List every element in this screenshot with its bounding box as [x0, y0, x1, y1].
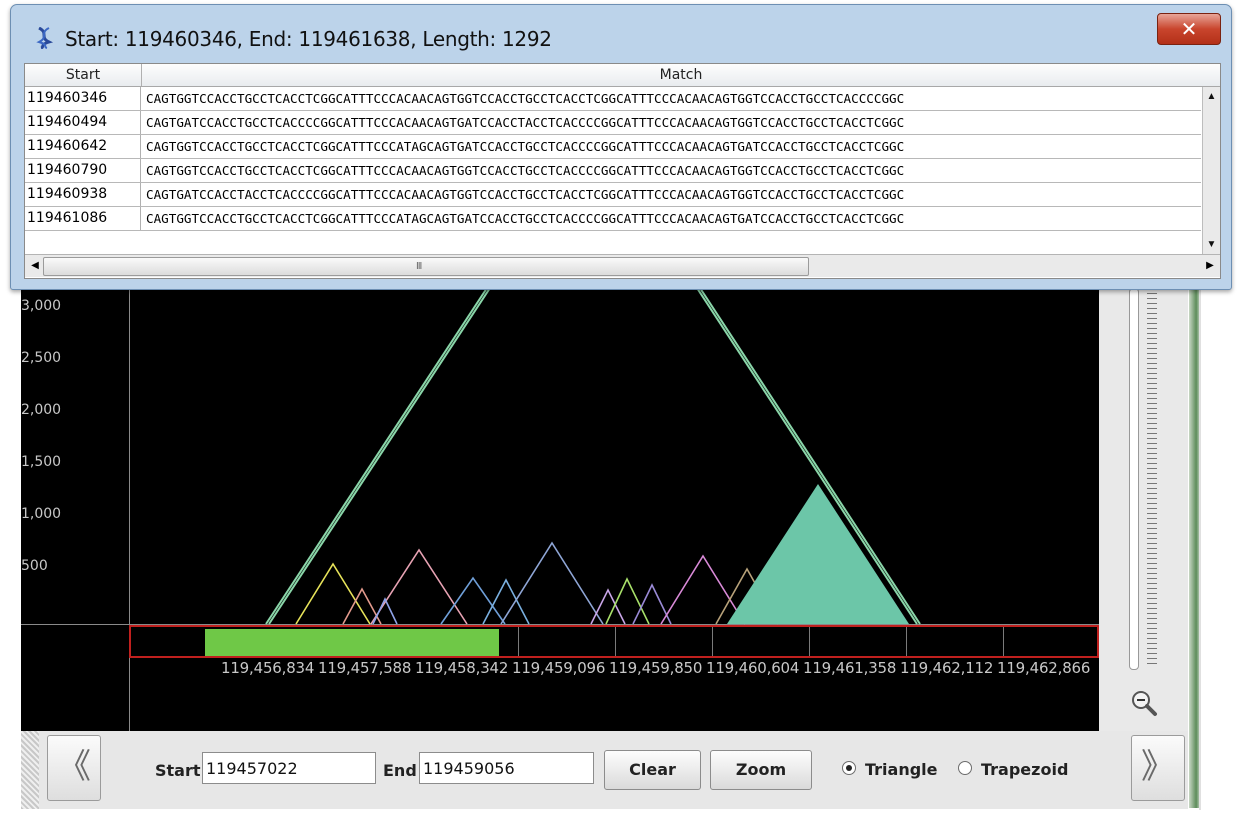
start-cell: 119460938: [25, 183, 141, 206]
triangle-label[interactable]: Triangle: [865, 760, 938, 779]
start-cell: 119460642: [25, 135, 141, 158]
zoom-out-icon: [1132, 691, 1157, 716]
table-row[interactable]: 119460938 CAGTGATCCACCTACCTCACCCCGGCATTT…: [25, 183, 1201, 207]
scroll-down-icon[interactable]: ▼: [1203, 238, 1220, 252]
genome-ruler[interactable]: [129, 625, 1099, 658]
dna-icon: [36, 27, 54, 49]
close-button[interactable]: ✕: [1157, 13, 1221, 45]
start-input[interactable]: 119457022: [202, 752, 376, 784]
ruler-tick: [906, 627, 907, 656]
grip-icon: III: [416, 261, 422, 272]
x-tick-label: 119,459,850: [609, 659, 703, 677]
bottom-toolbar: 《 Start 119457022 End 119459056 Clear Zo…: [21, 731, 1188, 809]
small-triangle: [660, 554, 746, 625]
ruler-tick: [712, 627, 713, 656]
start-label: Start: [155, 761, 201, 780]
triangle-radio[interactable]: [842, 761, 856, 775]
match-cell: CAGTGGTCCACCTGCCTCACCTCGGCATTTCCCACAACAG…: [146, 163, 905, 178]
popup-titlebar[interactable]: Start: 119460346, End: 119461638, Length…: [11, 5, 1231, 61]
table-row[interactable]: 119460346 CAGTGGTCCACCTGCCTCACCTCGGCATTT…: [25, 87, 1201, 111]
match-cell: CAGTGGTCCACCTGCCTCACCTCGGCATTTCCCATAGCAG…: [146, 211, 905, 226]
x-tick-label: 119,457,588: [318, 659, 412, 677]
previous-button[interactable]: 《: [47, 735, 101, 801]
popup-title: Start: 119460346, End: 119461638, Length…: [65, 27, 552, 51]
small-triangle: [370, 548, 468, 625]
match-cell: CAGTGGTCCACCTGCCTCACCTCGGCATTTCCCATAGCAG…: [146, 139, 905, 154]
clear-button[interactable]: Clear: [604, 750, 701, 790]
table-row[interactable]: 119460494 CAGTGATCCACCTGCCTCACCCCGGCATTT…: [25, 111, 1201, 135]
table-header: Start Match: [25, 64, 1220, 87]
start-cell: 119460494: [25, 111, 141, 134]
start-cell: 119460346: [25, 87, 141, 110]
window-frame: [1199, 290, 1201, 810]
x-tick-label: 119,461,358: [803, 659, 897, 677]
x-tick-label: 119,462,112: [900, 659, 994, 677]
next-button[interactable]: 》: [1131, 735, 1185, 801]
ruler-tick: [615, 627, 616, 656]
zoom-slider-ticks: [1147, 288, 1157, 668]
end-label: End: [383, 761, 417, 780]
table-row[interactable]: 119460790 CAGTGGTCCACCTGCCTCACCTCGGCATTT…: [25, 159, 1201, 183]
end-input[interactable]: 119459056: [419, 752, 594, 784]
x-tick-label: 119,460,604: [706, 659, 800, 677]
x-tick-label: 119,459,096: [512, 659, 606, 677]
toolbar-grip[interactable]: [21, 731, 39, 809]
selection-bar[interactable]: [205, 629, 499, 656]
zoom-button[interactable]: Zoom: [710, 750, 812, 790]
scroll-right-icon[interactable]: ▶: [1202, 257, 1218, 274]
ruler-tick: [809, 627, 810, 656]
scroll-left-icon[interactable]: ◀: [27, 257, 43, 274]
highlight-triangle: [727, 484, 909, 624]
scroll-up-icon[interactable]: ▲: [1203, 90, 1220, 104]
zoom-slider[interactable]: [1129, 288, 1139, 670]
match-details-window: Start: 119460346, End: 119461638, Length…: [10, 4, 1232, 290]
x-tick-label: 119,458,342: [415, 659, 509, 677]
horizontal-scroll-thumb[interactable]: III: [43, 257, 809, 276]
trapezoid-radio[interactable]: [958, 761, 972, 775]
column-header-match[interactable]: Match: [142, 64, 1220, 86]
match-cell: CAGTGGTCCACCTGCCTCACCTCGGCATTTCCCACAACAG…: [146, 91, 905, 106]
match-cell: CAGTGATCCACCTGCCTCACCCCGGCATTTCCCACAACAG…: [146, 115, 905, 130]
ruler-tick: [1003, 627, 1004, 656]
match-table: Start Match 119460346 CAGTGGTCCACCTGCCTC…: [24, 63, 1221, 279]
ruler-tick: [518, 627, 519, 656]
table-body: 119460346 CAGTGGTCCACCTGCCTCACCTCGGCATTT…: [25, 87, 1201, 239]
column-header-start[interactable]: Start: [25, 64, 142, 86]
start-cell: 119460790: [25, 159, 141, 182]
x-tick-label: 119,462,866: [997, 659, 1091, 677]
table-row[interactable]: 119461086 CAGTGGTCCACCTGCCTCACCTCGGCATTT…: [25, 207, 1201, 231]
x-tick-label: 119,456,834: [221, 659, 315, 677]
small-triangle: [605, 577, 650, 625]
trapezoid-label[interactable]: Trapezoid: [981, 760, 1068, 779]
vertical-scrollbar[interactable]: ▲ ▼: [1202, 87, 1220, 254]
start-cell: 119461086: [25, 207, 141, 230]
table-row[interactable]: 119460642 CAGTGGTCCACCTGCCTCACCTCGGCATTT…: [25, 135, 1201, 159]
zoom-out-button[interactable]: [1099, 680, 1188, 731]
zoom-slider-panel: [1099, 288, 1188, 680]
small-triangle: [500, 541, 604, 625]
repeat-plot[interactable]: 3,000 2,500 2,000 1,500 1,000 500 119,45…: [21, 288, 1099, 731]
horizontal-scrollbar[interactable]: ◀ III ▶: [25, 254, 1220, 277]
match-cell: CAGTGATCCACCTACCTCACCCCGGCATTTCCCACAACAG…: [146, 187, 905, 202]
